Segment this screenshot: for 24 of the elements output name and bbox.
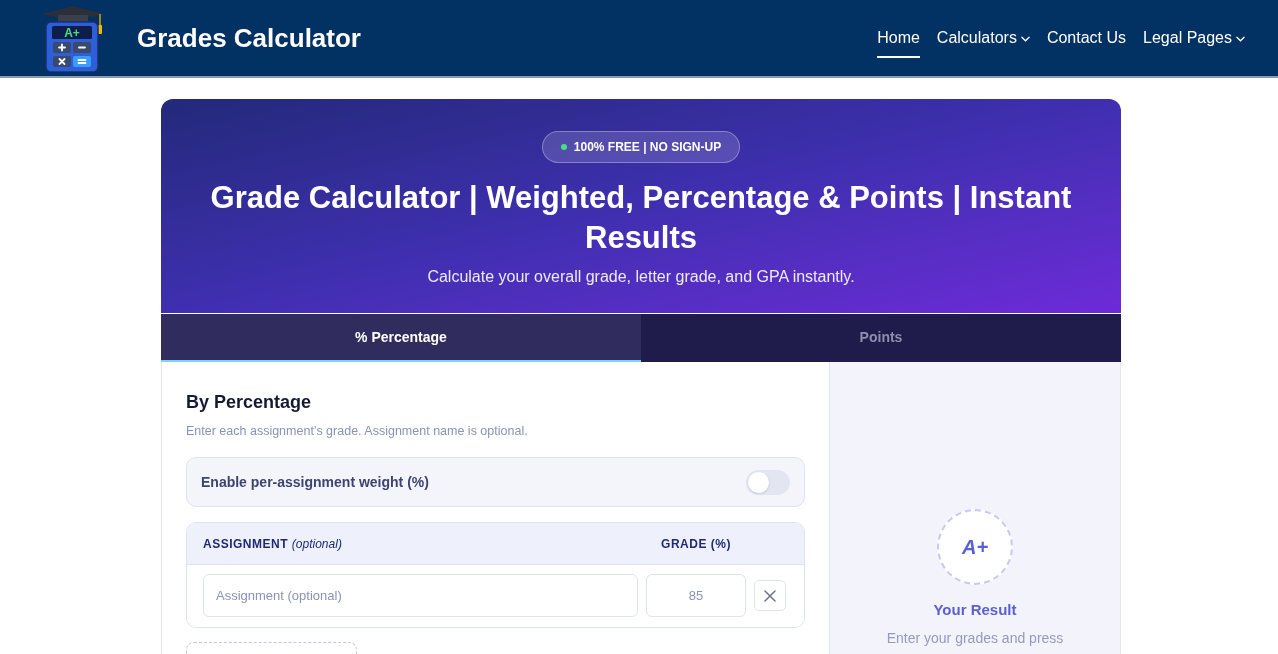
grade-input[interactable]: 85 bbox=[646, 574, 746, 617]
calculator-tab[interactable]: Points bbox=[641, 314, 1121, 362]
weight-toggle-switch[interactable] bbox=[746, 469, 790, 495]
page-subtitle: Calculate your overall grade, letter grade, and GPA instantly. bbox=[427, 267, 855, 287]
form-hint: Enter each assignment’s grade. Assignment name is optional. bbox=[186, 423, 529, 440]
column-header: ASSIGNMENT (optional) bbox=[203, 535, 343, 553]
badge-text: 100% FREE | NO SIGN-UP bbox=[573, 139, 722, 156]
nav-link[interactable]: Calculators bbox=[936, 18, 1030, 58]
result-hint: Enter your grades and press bbox=[886, 629, 1064, 648]
logo-screen-text: A+ bbox=[63, 26, 81, 39]
calculator-tab[interactable]: % Percentage bbox=[161, 314, 641, 362]
weight-toggle-label: Enable per-assignment weight (%) bbox=[201, 472, 429, 492]
assignment-input[interactable]: Assignment (optional) bbox=[203, 574, 638, 617]
nav-link[interactable]: Home bbox=[877, 18, 920, 58]
dashed-outline-button[interactable] bbox=[186, 642, 357, 654]
form-heading: By Percentage bbox=[186, 391, 313, 414]
page-title: Grade Calculator | Weighted, Percentage & Points | Instant Results bbox=[209, 179, 1073, 257]
nav-link[interactable]: Contact Us bbox=[1046, 18, 1127, 58]
column-header: GRADE (%) bbox=[660, 535, 732, 553]
site-title: Grades Calculator bbox=[137, 21, 361, 55]
result-title: Your Result bbox=[933, 600, 1017, 620]
nav-link[interactable]: Legal Pages bbox=[1143, 18, 1245, 58]
close-icon bbox=[764, 589, 776, 602]
remove-row-button[interactable] bbox=[754, 580, 786, 611]
